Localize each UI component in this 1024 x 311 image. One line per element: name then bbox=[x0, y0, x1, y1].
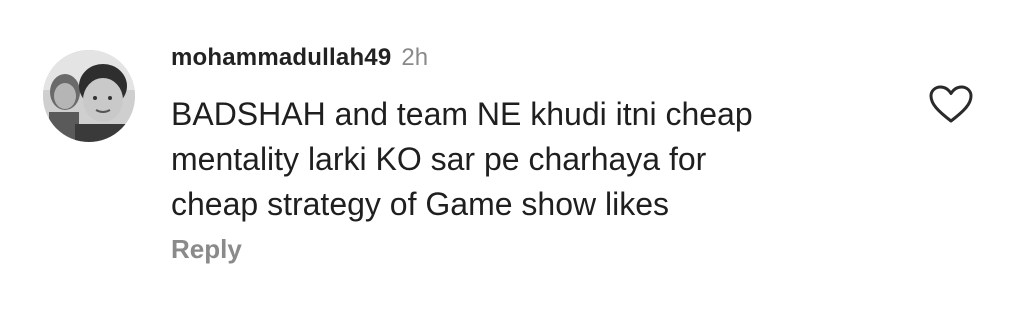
avatar-photo-icon bbox=[43, 50, 135, 142]
reply-button[interactable]: Reply bbox=[171, 234, 242, 265]
comment-text-line: cheap strategy of Game show likes bbox=[171, 186, 670, 222]
avatar[interactable] bbox=[43, 50, 135, 142]
heart-outline-icon bbox=[929, 85, 973, 123]
comment-text-line: mentality larki KO sar pe charhaya for bbox=[171, 141, 707, 177]
comment-item: mohammadullah49 2h BADSHAH and team NE k… bbox=[0, 0, 1024, 311]
comment-text-line: BADSHAH and team NE khudi itni cheap bbox=[171, 96, 753, 132]
comment-meta: mohammadullah49 2h bbox=[171, 44, 428, 78]
comment-text: BADSHAH and team NE khudi itni cheap men… bbox=[171, 92, 891, 227]
username-link[interactable]: mohammadullah49 bbox=[171, 44, 391, 72]
timestamp: 2h bbox=[401, 44, 429, 71]
like-button[interactable] bbox=[928, 84, 974, 124]
